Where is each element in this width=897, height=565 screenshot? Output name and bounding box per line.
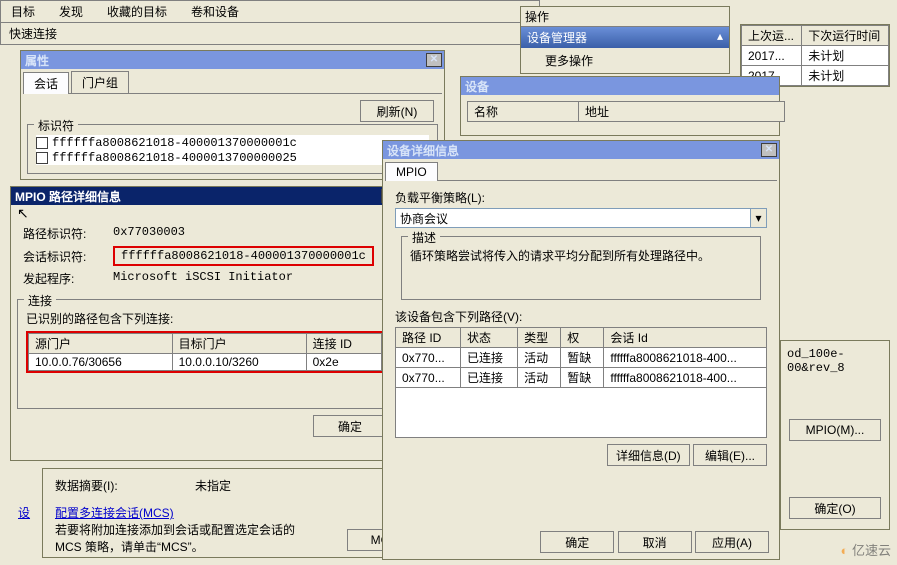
settings-link[interactable]: 设 <box>18 504 30 521</box>
tab-session[interactable]: 会话 <box>23 72 69 94</box>
mcs-desc: 若要将附加连接添加到会话或配置选定会话的 MCS 策略，请单击“MCS”。 <box>55 521 417 555</box>
device-manager-header[interactable]: 设备管理器 ▴ <box>521 27 729 48</box>
identifier-row[interactable]: ffffffa8008621018-400001370000001c <box>36 135 429 150</box>
table-row[interactable]: 10.0.0.76/30656 10.0.0.10/3260 0x2e <box>29 354 382 371</box>
tab-discover[interactable]: 发现 <box>59 3 83 20</box>
main-tabstrip: 目标 发现 收藏的目标 卷和设备 <box>1 1 539 23</box>
mpio-button[interactable]: MPIO(M)... <box>789 419 881 441</box>
tab-fav[interactable]: 收藏的目标 <box>107 3 167 20</box>
more-actions[interactable]: 更多操作 <box>521 48 729 73</box>
conn-desc: 已识别的路径包含下列连接: <box>26 310 384 327</box>
checkbox[interactable] <box>36 152 48 164</box>
quick-connect-label: 快速连接 <box>1 23 539 44</box>
desc-text: 循环策略尝试将传入的请求平均分配到所有处理路径中。 <box>410 247 752 264</box>
data-summary-label: 数据摘要(I): <box>55 477 195 494</box>
edit-button[interactable]: 编辑(E)... <box>693 444 767 466</box>
conn-table[interactable]: 源门户 目标门户 连接 ID 10.0.0.76/30656 10.0.0.10… <box>28 333 382 371</box>
details-button[interactable]: 详细信息(D) <box>607 444 690 466</box>
mpio-titlebar[interactable]: MPIO 路径详细信息 ✕ <box>11 187 399 205</box>
mcs-link[interactable]: 配置多连接会话(MCS) <box>55 506 174 520</box>
path-id-label: 路径标识符: <box>23 225 113 242</box>
tab-portalgroup[interactable]: 门户组 <box>71 71 129 93</box>
cancel-button[interactable]: 取消 <box>618 531 692 553</box>
initiator-label: 发起程序: <box>23 270 113 287</box>
identifier-row[interactable]: ffffffa8008621018-4000013700000025 <box>36 150 429 165</box>
checkbox[interactable] <box>36 137 48 149</box>
table-row[interactable]: 0x770...已连接活动暂缺ffffffa8008621018-400... <box>396 348 767 368</box>
tab-mpio[interactable]: MPIO <box>385 162 438 181</box>
close-icon[interactable]: ✕ <box>426 53 442 67</box>
lb-label: 负载平衡策略(L): <box>395 189 767 206</box>
ok-button[interactable]: 确定(O) <box>789 497 881 519</box>
chevron-down-icon[interactable]: ▾ <box>750 209 766 227</box>
device-col-header: 名称地址 <box>467 101 785 122</box>
paths-label: 该设备包含下列路径(V): <box>395 308 767 325</box>
conn-legend: 连接 <box>24 292 56 309</box>
refresh-button[interactable]: 刷新(N) <box>360 100 434 122</box>
initiator-value: Microsoft iSCSI Initiator <box>113 270 293 287</box>
paths-table[interactable]: 路径 ID 状态 类型 权 会话 Id 0x770...已连接活动暂缺fffff… <box>395 327 767 388</box>
ok-button[interactable]: 确定 <box>313 415 387 437</box>
right-panel-text: od_100e-00&rev_8 <box>781 341 889 381</box>
data-summary-value: 未指定 <box>195 477 231 494</box>
tab-volumes[interactable]: 卷和设备 <box>191 3 239 20</box>
apply-button[interactable]: 应用(A) <box>695 531 769 553</box>
lb-dropdown[interactable]: 协商会议 ▾ <box>395 208 767 228</box>
ok-button[interactable]: 确定 <box>540 531 614 553</box>
session-id-label: 会话标识符: <box>23 248 113 265</box>
tab-target[interactable]: 目标 <box>11 3 35 20</box>
identifier-legend: 标识符 <box>34 117 78 134</box>
properties-titlebar[interactable]: 属性 ✕ <box>21 51 444 69</box>
table-row[interactable]: 0x770...已连接活动暂缺ffffffa8008621018-400... <box>396 368 767 388</box>
path-id-value: 0x77030003 <box>113 225 185 242</box>
device-titlebar[interactable]: 设备 <box>461 77 779 95</box>
cursor-icon: ↖ <box>17 205 29 222</box>
actions-title: 操作 <box>521 7 729 27</box>
chevron-up-icon: ▴ <box>717 29 723 46</box>
session-id-value: ffffffa8008621018-400001370000001c <box>113 246 374 266</box>
watermark: ◐ 亿速云 <box>841 540 892 559</box>
detail-titlebar[interactable]: 设备详细信息 ✕ <box>383 141 779 159</box>
desc-legend: 描述 <box>408 229 440 246</box>
close-icon[interactable]: ✕ <box>761 143 777 157</box>
